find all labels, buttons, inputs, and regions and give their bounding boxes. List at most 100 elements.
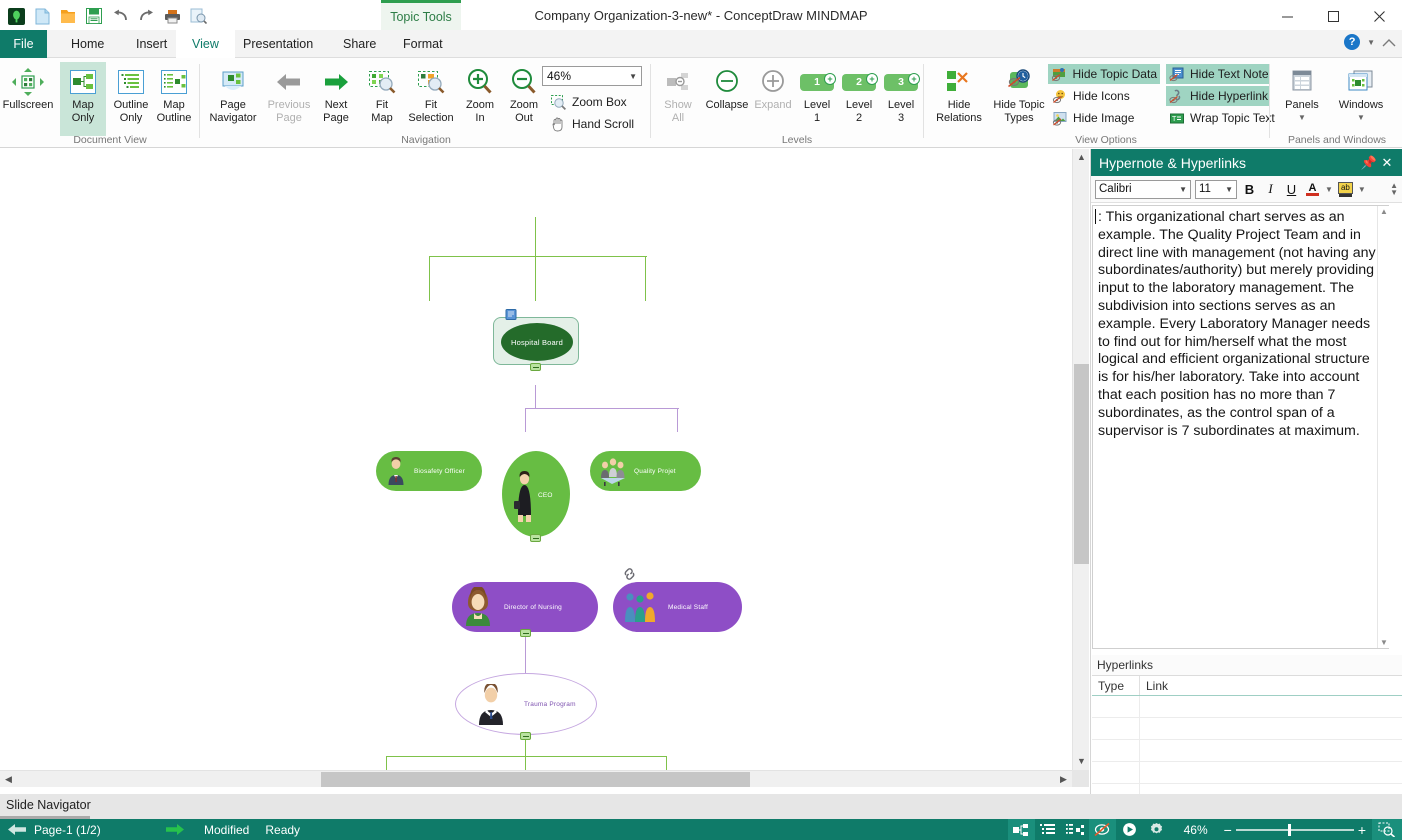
map-only-button[interactable]: Map Only: [60, 62, 106, 136]
node-quality-projet[interactable]: Quality Projet: [590, 451, 701, 491]
slide-navigator-bar[interactable]: Slide Navigator: [0, 794, 1402, 819]
fit-page-icon[interactable]: [1372, 819, 1402, 840]
collapse-marker-trauma-program[interactable]: [520, 732, 531, 740]
pin-icon[interactable]: 📌: [1360, 155, 1378, 171]
wrap-topic-text-button[interactable]: T Wrap Topic Text: [1166, 108, 1275, 128]
canvas-vertical-scrollbar[interactable]: ▲ ▼: [1072, 149, 1089, 770]
node-medical-staff[interactable]: Medical Staff: [613, 582, 742, 632]
node-ceo[interactable]: CEO: [502, 451, 570, 537]
underline-button[interactable]: U: [1283, 180, 1300, 199]
expand-button[interactable]: Expand: [749, 62, 797, 136]
canvas-horizontal-scrollbar[interactable]: ◀ ▶: [0, 770, 1072, 787]
minimize-button[interactable]: [1264, 0, 1310, 32]
level-1-button[interactable]: 1 + Level 1: [797, 62, 837, 136]
table-row[interactable]: [1092, 696, 1402, 718]
horizontal-scroll-thumb[interactable]: [321, 772, 750, 787]
map-outline-view-icon[interactable]: [1062, 819, 1089, 840]
note-marker-icon[interactable]: [505, 309, 517, 321]
hide-topic-types-button[interactable]: Hide Topic Types: [988, 62, 1050, 136]
previous-page-arrow-icon[interactable]: [0, 819, 34, 840]
level-2-button[interactable]: 2 + Level 2: [839, 62, 879, 136]
node-hospital-board[interactable]: Hospital Board: [493, 317, 579, 365]
zoom-slider-knob[interactable]: [1287, 823, 1291, 836]
show-all-button[interactable]: Show All: [654, 62, 702, 136]
node-director-of-nursing[interactable]: Director of Nursing: [452, 582, 598, 632]
tab-presentation[interactable]: Presentation: [227, 30, 329, 58]
hide-topic-types-icon[interactable]: [1088, 819, 1116, 840]
zoom-box-button[interactable]: Zoom Box: [547, 92, 630, 112]
note-scrollbar[interactable]: ▲ ▼: [1377, 206, 1389, 648]
redo-icon[interactable]: [136, 6, 156, 26]
font-size-combobox[interactable]: 11 ▼: [1195, 179, 1237, 199]
tab-home[interactable]: Home: [55, 30, 120, 58]
page-navigator-button[interactable]: Page Navigator: [204, 62, 262, 136]
close-button[interactable]: [1356, 0, 1402, 32]
hide-topic-data-button[interactable]: Hide Topic Data: [1048, 64, 1160, 84]
map-outline-button[interactable]: Map Outline: [150, 62, 198, 136]
bold-button[interactable]: B: [1241, 180, 1258, 199]
note-scroll-up-arrow-icon[interactable]: ▲: [1378, 207, 1390, 216]
scroll-down-arrow-icon[interactable]: ▼: [1073, 753, 1090, 770]
vertical-scroll-thumb[interactable]: [1074, 364, 1089, 564]
chevron-down-icon[interactable]: ▼: [1325, 185, 1333, 194]
zoom-level-combobox[interactable]: 46% ▼: [542, 66, 642, 86]
font-family-combobox[interactable]: Calibri ▼: [1095, 179, 1191, 199]
open-folder-icon[interactable]: [58, 6, 78, 26]
collapse-marker-ceo[interactable]: [530, 534, 541, 542]
highlight-color-button[interactable]: ab: [1337, 180, 1354, 199]
table-row[interactable]: [1092, 718, 1402, 740]
undo-icon[interactable]: [110, 6, 130, 26]
italic-button[interactable]: I: [1262, 180, 1279, 199]
maximize-button[interactable]: [1310, 0, 1356, 32]
new-document-icon[interactable]: [32, 6, 52, 26]
table-row[interactable]: [1092, 740, 1402, 762]
collapse-marker-nursing[interactable]: [520, 629, 531, 637]
outline-view-icon[interactable]: [1035, 819, 1062, 840]
windows-button[interactable]: Windows ▼: [1330, 62, 1392, 136]
tab-insert[interactable]: Insert: [120, 30, 183, 58]
hypernote-text[interactable]: : This organizational chart serves as an…: [1092, 205, 1389, 649]
close-icon[interactable]: ✕: [1378, 155, 1396, 171]
fit-selection-button[interactable]: Fit Selection: [403, 62, 459, 136]
chevron-down-icon[interactable]: ▼: [1358, 185, 1366, 194]
zoom-slider[interactable]: − +: [1218, 822, 1372, 838]
presentation-icon[interactable]: [1116, 819, 1143, 840]
fit-map-button[interactable]: Fit Map: [359, 62, 405, 136]
app-logo-icon[interactable]: [6, 6, 26, 26]
zoom-out-button[interactable]: −: [1224, 822, 1232, 838]
hyperlink-marker-icon[interactable]: [622, 567, 638, 581]
table-row[interactable]: [1092, 762, 1402, 784]
tab-share[interactable]: Share: [327, 30, 392, 58]
next-page-arrow-icon[interactable]: [154, 819, 196, 840]
contextual-tab-topic-tools[interactable]: Topic Tools: [381, 0, 461, 30]
tab-format[interactable]: Format: [387, 30, 459, 58]
zoom-slider-track[interactable]: [1235, 823, 1354, 836]
hide-relations-button[interactable]: Hide Relations: [928, 62, 990, 136]
print-icon[interactable]: [162, 6, 182, 26]
collapse-marker-root[interactable]: [530, 363, 541, 371]
mindmap-canvas[interactable]: Hospital Board Biosafety Officer CEO Qua…: [0, 149, 1072, 770]
node-trauma-program[interactable]: Trauma Program: [455, 673, 597, 735]
tab-file[interactable]: File: [0, 30, 47, 58]
hide-image-button[interactable]: Hide Image: [1048, 108, 1160, 128]
help-icon[interactable]: ?: [1344, 34, 1361, 50]
panels-button[interactable]: Panels ▼: [1274, 62, 1330, 136]
gear-icon[interactable]: [1143, 819, 1170, 840]
save-icon[interactable]: [84, 6, 104, 26]
chevron-down-icon[interactable]: ▼: [1367, 38, 1375, 47]
hand-scroll-button[interactable]: Hand Scroll: [547, 114, 637, 134]
outline-only-button[interactable]: Outline Only: [107, 62, 155, 136]
toolbar-overflow-down-icon[interactable]: ▼: [1390, 189, 1398, 197]
hide-text-note-button[interactable]: Hide Text Note: [1166, 64, 1270, 84]
zoom-in-button[interactable]: Zoom In: [457, 62, 503, 136]
zoom-out-button[interactable]: Zoom Out: [501, 62, 547, 136]
scroll-left-arrow-icon[interactable]: ◀: [0, 771, 17, 788]
collapse-ribbon-icon[interactable]: [1382, 38, 1396, 47]
map-view-icon[interactable]: [1007, 819, 1035, 840]
level-3-button[interactable]: 3 + Level 3: [881, 62, 921, 136]
next-page-button[interactable]: Next Page: [313, 62, 359, 136]
font-color-button[interactable]: A: [1304, 180, 1321, 199]
note-scroll-down-arrow-icon[interactable]: ▼: [1378, 638, 1390, 647]
fullscreen-button[interactable]: Fullscreen: [0, 62, 56, 136]
zoom-in-button[interactable]: +: [1358, 822, 1366, 838]
